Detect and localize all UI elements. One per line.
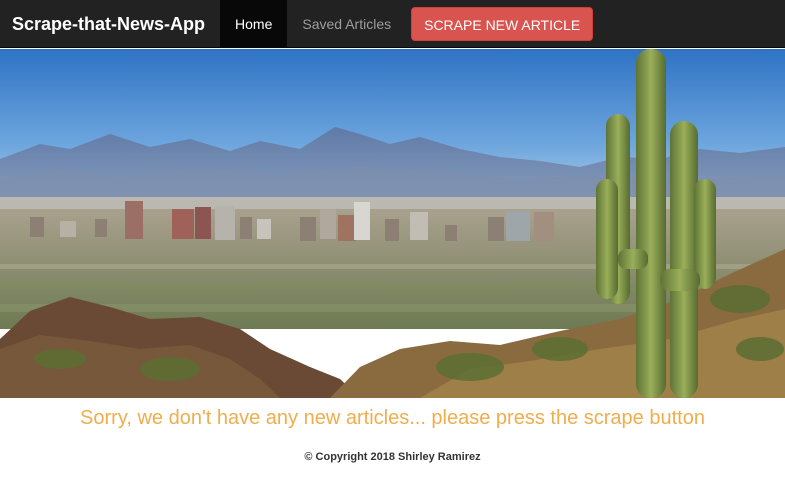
navbar: Scrape-that-News-App Home Saved Articles… (0, 0, 785, 48)
scrape-new-article-button[interactable]: SCRAPE NEW ARTICLE (411, 6, 594, 41)
footer-copyright: © Copyright 2018 Shirley Ramirez (304, 451, 481, 463)
no-articles-message: Sorry, we don't have any new articles...… (80, 407, 705, 429)
nav-home[interactable]: Home (220, 0, 288, 48)
hero-image (0, 49, 785, 398)
brand-link[interactable]: Scrape-that-News-App (0, 0, 217, 48)
nav-saved-articles[interactable]: Saved Articles (287, 0, 406, 48)
